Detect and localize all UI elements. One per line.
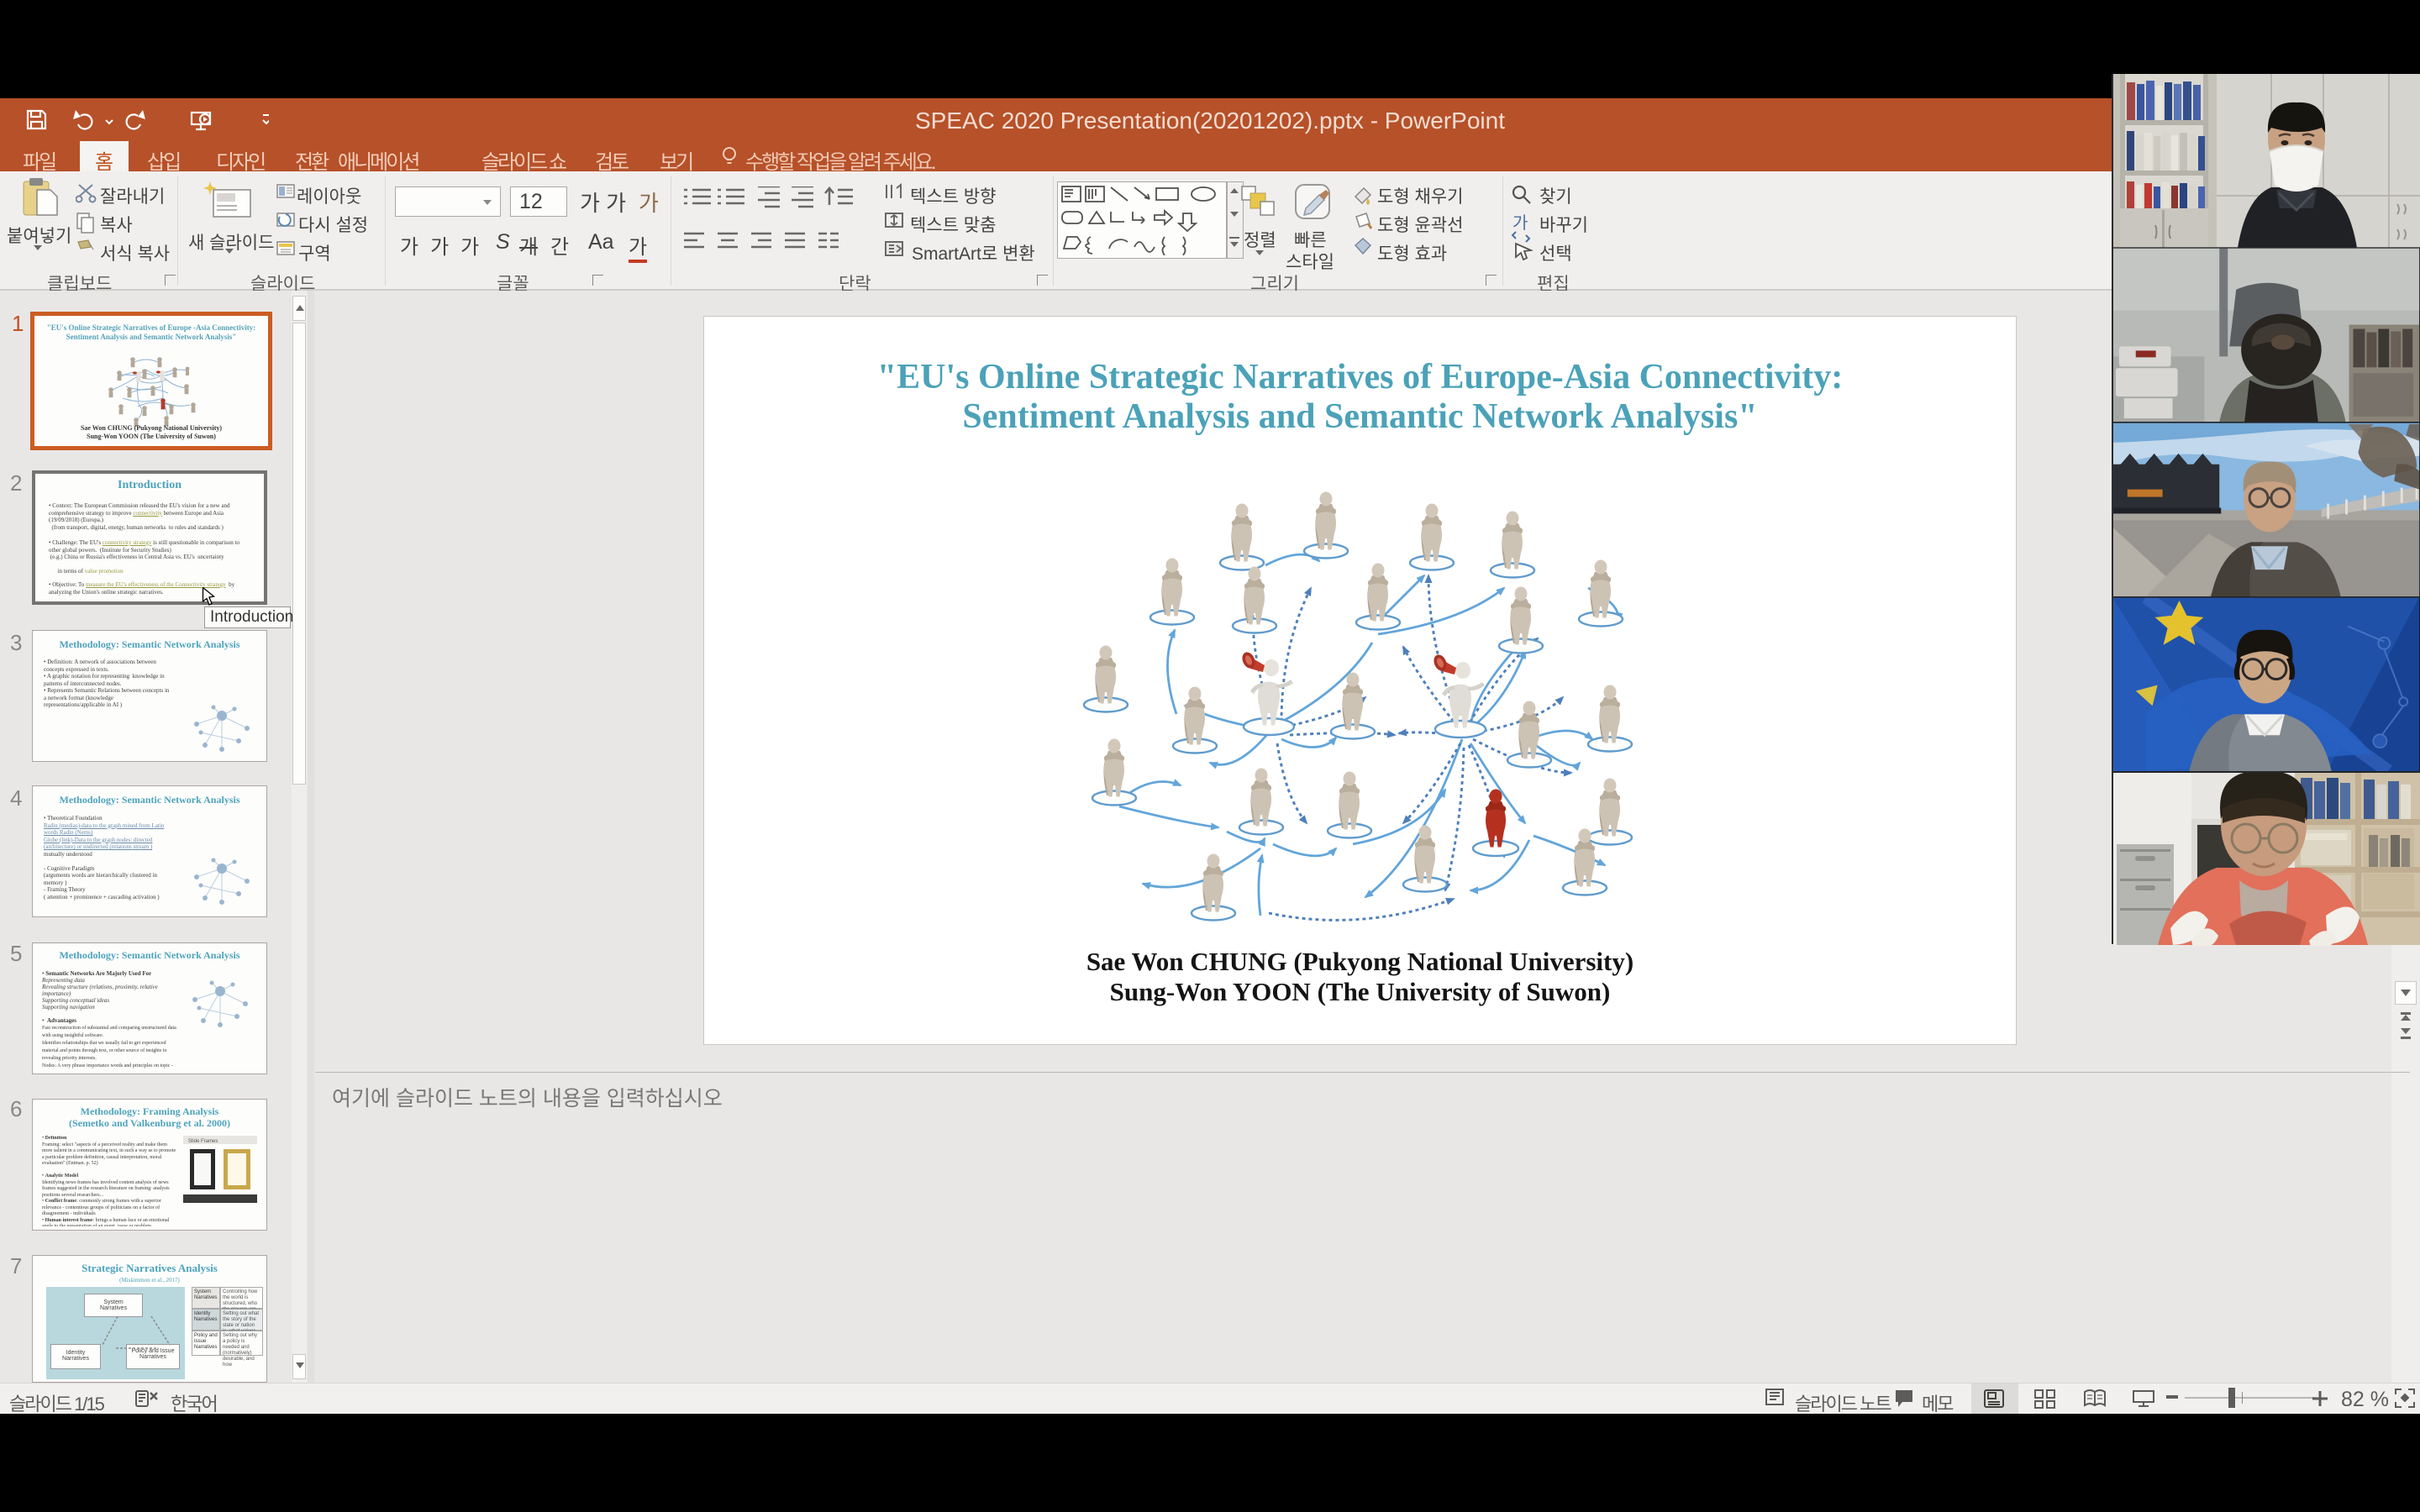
svg-text:Slide Frames: Slide Frames	[188, 1139, 218, 1144]
svg-text:가: 가	[1512, 213, 1528, 233]
